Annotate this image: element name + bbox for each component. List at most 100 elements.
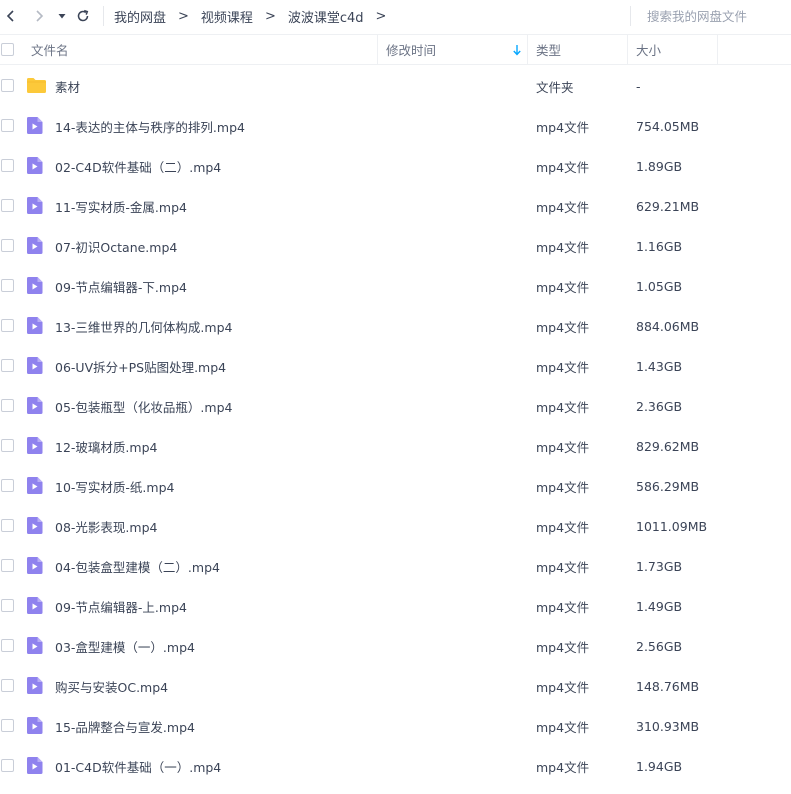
file-name[interactable]: 10-写实材质-纸.mp4 <box>55 466 174 506</box>
row-checkbox[interactable] <box>1 359 14 372</box>
row-checkbox[interactable] <box>1 679 14 692</box>
row-checkbox[interactable] <box>1 199 14 212</box>
row-checkbox[interactable] <box>1 719 14 732</box>
column-modified[interactable]: 修改时间 <box>386 35 436 64</box>
file-row[interactable]: 05-包装瓶型（化妆品瓶）.mp4 mp4文件 2.36GB <box>0 386 791 426</box>
video-file-icon <box>26 316 45 335</box>
file-type: mp4文件 <box>536 359 590 375</box>
file-row[interactable]: 12-玻璃材质.mp4 mp4文件 829.62MB <box>0 426 791 466</box>
column-name[interactable]: 文件名 <box>31 35 69 64</box>
file-list: 素材 文件夹 - 14-表达的主体与秩序的排列.mp4 mp4文件 754.05MB 02-… <box>0 66 791 786</box>
file-row[interactable]: 13-三维世界的几何体构成.mp4 mp4文件 884.06MB <box>0 306 791 346</box>
sort-desc-icon[interactable] <box>512 35 522 64</box>
chevron-right-icon <box>36 10 44 22</box>
file-size: 829.62MB <box>636 438 700 454</box>
file-row[interactable]: 素材 文件夹 - <box>0 66 791 106</box>
file-name[interactable]: 03-盒型建模（一）.mp4 <box>55 626 195 666</box>
file-row[interactable]: 08-光影表现.mp4 mp4文件 1011.09MB <box>0 506 791 546</box>
file-size: 2.36GB <box>636 398 683 414</box>
row-checkbox[interactable] <box>1 79 14 92</box>
video-file-icon <box>26 676 45 695</box>
file-row[interactable]: 06-UV拆分+PS贴图处理.mp4 mp4文件 1.43GB <box>0 346 791 386</box>
file-type: mp4文件 <box>536 399 590 415</box>
row-checkbox[interactable] <box>1 119 14 132</box>
row-checkbox[interactable] <box>1 479 14 492</box>
file-row[interactable]: 09-节点编辑器-上.mp4 mp4文件 1.49GB <box>0 586 791 626</box>
file-type: mp4文件 <box>536 199 590 215</box>
file-row[interactable]: 15-品牌整合与宣发.mp4 mp4文件 310.93MB <box>0 706 791 746</box>
column-header: 文件名 修改时间 类型 大小 <box>0 34 791 65</box>
file-row[interactable]: 09-节点编辑器-下.mp4 mp4文件 1.05GB <box>0 266 791 306</box>
file-size: 1.49GB <box>636 598 683 614</box>
file-row[interactable]: 04-包装盒型建模（二）.mp4 mp4文件 1.73GB <box>0 546 791 586</box>
row-checkbox[interactable] <box>1 159 14 172</box>
video-file-icon <box>26 556 45 575</box>
file-row[interactable]: 11-写实材质-金属.mp4 mp4文件 629.21MB <box>0 186 791 226</box>
select-all-checkbox[interactable] <box>1 35 14 64</box>
file-name[interactable]: 购买与安装OC.mp4 <box>55 666 168 706</box>
search-input[interactable] <box>647 8 787 24</box>
file-name[interactable]: 07-初识Octane.mp4 <box>55 226 177 266</box>
file-name[interactable]: 13-三维世界的几何体构成.mp4 <box>55 306 232 346</box>
file-name[interactable]: 05-包装瓶型（化妆品瓶）.mp4 <box>55 386 232 426</box>
row-checkbox[interactable] <box>1 399 14 412</box>
forward-button[interactable] <box>28 0 50 32</box>
file-type: mp4文件 <box>536 599 590 615</box>
row-checkbox[interactable] <box>1 439 14 452</box>
video-file-icon <box>26 516 45 535</box>
file-row[interactable]: 14-表达的主体与秩序的排列.mp4 mp4文件 754.05MB <box>0 106 791 146</box>
column-divider <box>377 35 378 64</box>
row-checkbox[interactable] <box>1 319 14 332</box>
column-size[interactable]: 大小 <box>636 35 661 64</box>
refresh-button[interactable] <box>72 0 94 32</box>
file-type: mp4文件 <box>536 239 590 255</box>
file-row[interactable]: 02-C4D软件基础（二）.mp4 mp4文件 1.89GB <box>0 146 791 186</box>
row-checkbox[interactable] <box>1 559 14 572</box>
file-name[interactable]: 素材 <box>55 66 80 106</box>
file-name[interactable]: 01-C4D软件基础（一）.mp4 <box>55 746 221 786</box>
file-name[interactable]: 06-UV拆分+PS贴图处理.mp4 <box>55 346 226 386</box>
row-checkbox[interactable] <box>1 279 14 292</box>
row-checkbox[interactable] <box>1 599 14 612</box>
video-file-icon <box>26 156 45 175</box>
video-file-icon <box>26 196 45 215</box>
file-name[interactable]: 12-玻璃材质.mp4 <box>55 426 157 466</box>
file-name[interactable]: 09-节点编辑器-上.mp4 <box>55 586 187 626</box>
file-size: 148.76MB <box>636 678 700 694</box>
breadcrumb-separator: > <box>178 8 189 24</box>
column-type[interactable]: 类型 <box>536 35 561 64</box>
file-name[interactable]: 15-品牌整合与宣发.mp4 <box>55 706 195 746</box>
file-name[interactable]: 08-光影表现.mp4 <box>55 506 157 546</box>
row-checkbox[interactable] <box>1 639 14 652</box>
file-size: - <box>636 78 641 94</box>
file-type: mp4文件 <box>536 639 590 655</box>
video-file-icon <box>26 596 45 615</box>
file-type: mp4文件 <box>536 519 590 535</box>
row-checkbox[interactable] <box>1 759 14 772</box>
file-row[interactable]: 购买与安装OC.mp4 mp4文件 148.76MB <box>0 666 791 706</box>
file-name[interactable]: 04-包装盒型建模（二）.mp4 <box>55 546 220 586</box>
file-name[interactable]: 09-节点编辑器-下.mp4 <box>55 266 187 306</box>
search-box <box>630 6 791 26</box>
file-row[interactable]: 01-C4D软件基础（一）.mp4 mp4文件 1.94GB <box>0 746 791 786</box>
navigation-bar: 我的网盘 > 视频课程 > 波波课堂c4d > <box>0 0 791 32</box>
file-row[interactable]: 10-写实材质-纸.mp4 mp4文件 586.29MB <box>0 466 791 506</box>
breadcrumb-item[interactable]: 我的网盘 <box>104 7 176 26</box>
row-checkbox[interactable] <box>1 239 14 252</box>
file-name[interactable]: 14-表达的主体与秩序的排列.mp4 <box>55 106 245 146</box>
video-file-icon <box>26 276 45 295</box>
file-row[interactable]: 03-盒型建模（一）.mp4 mp4文件 2.56GB <box>0 626 791 666</box>
file-name[interactable]: 11-写实材质-金属.mp4 <box>55 186 187 226</box>
video-file-icon <box>26 396 45 415</box>
video-file-icon <box>26 476 45 495</box>
file-name[interactable]: 02-C4D软件基础（二）.mp4 <box>55 146 221 186</box>
file-row[interactable]: 07-初识Octane.mp4 mp4文件 1.16GB <box>0 226 791 266</box>
breadcrumb-item[interactable]: 视频课程 <box>191 7 263 26</box>
breadcrumb-item-current[interactable]: 波波课堂c4d <box>278 7 374 26</box>
row-checkbox[interactable] <box>1 519 14 532</box>
file-type: mp4文件 <box>536 559 590 575</box>
file-size: 1.43GB <box>636 358 683 374</box>
history-dropdown-button[interactable] <box>52 0 72 32</box>
back-button[interactable] <box>0 0 22 32</box>
refresh-icon <box>77 9 89 22</box>
